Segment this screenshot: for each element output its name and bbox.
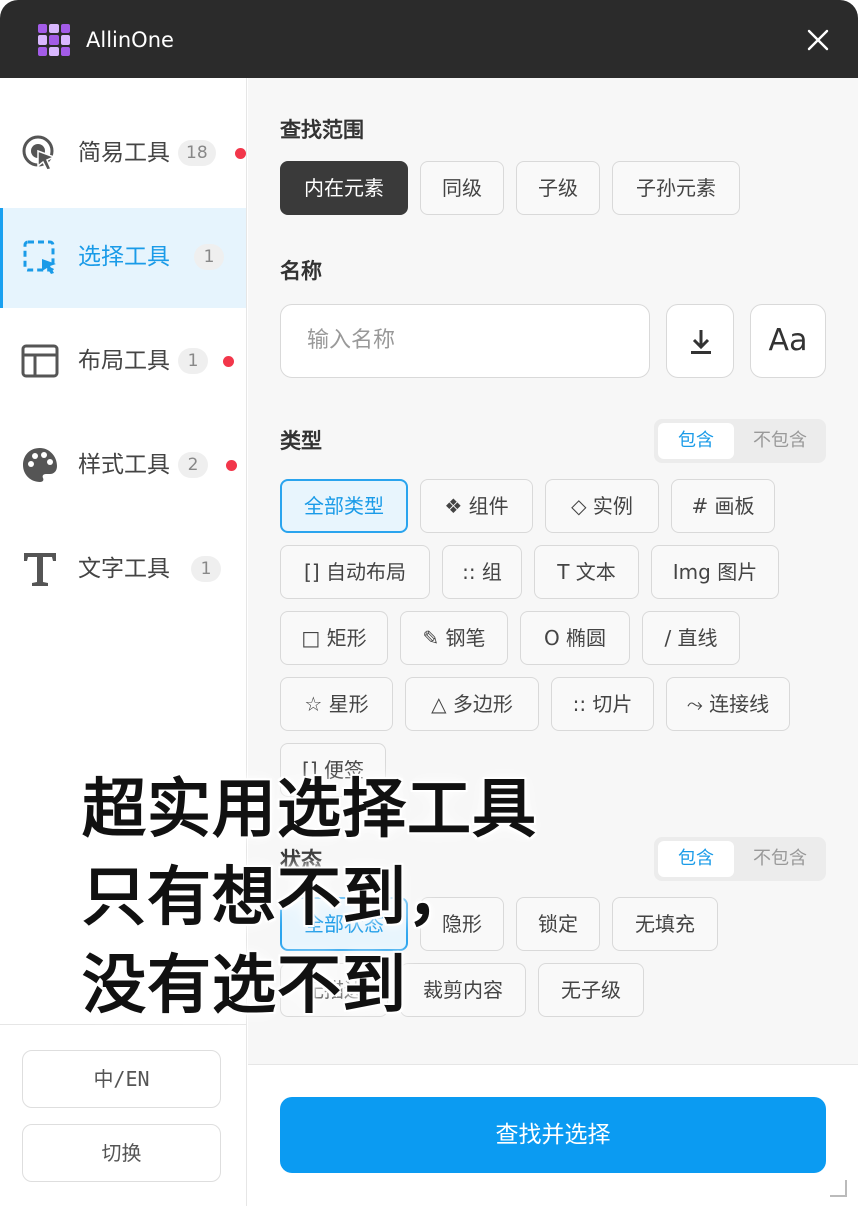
type-option[interactable]: :: 切片 [551, 677, 654, 731]
footer: 查找并选择 [248, 1065, 858, 1206]
type-option[interactable]: ✎ 钢笔 [400, 611, 508, 665]
sidebar-item-select-tools[interactable]: 选择工具 1 [0, 208, 246, 308]
scope-option[interactable]: 同级 [420, 161, 504, 215]
promo-line: 只有想不到， [82, 861, 472, 935]
count-badge: 18 [178, 140, 216, 166]
state-include-option[interactable]: 包含 [658, 841, 734, 877]
count-badge: 1 [191, 556, 221, 582]
promo-line: 超实用选择工具 [82, 773, 537, 847]
palette-icon [20, 445, 60, 485]
sidebar: 简易工具 18 选择工具 1 布局工具 1 样式工具 2 文字工具 1 中/EN… [0, 78, 247, 1206]
type-option[interactable]: ◇ 实例 [545, 479, 659, 533]
type-option[interactable]: [] 自动布局 [280, 545, 430, 599]
switch-button[interactable]: 切换 [22, 1124, 221, 1182]
name-title: 名称 [280, 259, 322, 283]
type-option[interactable]: O 椭圆 [520, 611, 630, 665]
type-title: 类型 [280, 429, 322, 453]
sidebar-item-label: 布局工具 [78, 348, 170, 374]
name-input[interactable]: 输入名称 [280, 304, 650, 378]
language-toggle-button[interactable]: 中/EN [22, 1050, 221, 1108]
sidebar-item-label: 选择工具 [78, 244, 170, 270]
sidebar-item-label: 文字工具 [78, 556, 170, 582]
state-exclude-option[interactable]: 不包含 [742, 841, 818, 877]
scope-option[interactable]: 子级 [516, 161, 600, 215]
count-badge: 1 [178, 348, 208, 374]
type-option[interactable]: 全部类型 [280, 479, 408, 533]
state-include-toggle: 包含 不包含 [654, 837, 826, 881]
find-and-select-button[interactable]: 查找并选择 [280, 1097, 826, 1173]
download-icon [691, 330, 711, 354]
type-option[interactable]: ⤳ 连接线 [666, 677, 790, 731]
state-option[interactable]: 无子级 [538, 963, 644, 1017]
download-button[interactable] [666, 304, 734, 378]
sidebar-item-style-tools[interactable]: 样式工具 2 [0, 416, 246, 516]
count-badge: 1 [194, 244, 224, 270]
type-option[interactable]: / 直线 [642, 611, 740, 665]
notification-dot [223, 356, 234, 367]
type-include-option[interactable]: 包含 [658, 423, 734, 459]
sidebar-item-layout-tools[interactable]: 布局工具 1 [0, 312, 246, 412]
type-option[interactable]: T 文本 [534, 545, 639, 599]
state-option[interactable]: 无填充 [612, 897, 718, 951]
type-option[interactable]: :: 组 [442, 545, 522, 599]
scope-option[interactable]: 内在元素 [280, 161, 408, 215]
text-icon [20, 549, 60, 589]
match-case-button[interactable]: Aa [750, 304, 826, 378]
sidebar-item-label: 样式工具 [78, 452, 170, 478]
type-option[interactable]: Img 图片 [651, 545, 779, 599]
resize-handle-icon[interactable] [826, 1176, 852, 1202]
scope-option[interactable]: 子孙元素 [612, 161, 740, 215]
promo-caption: 超实用选择工具 只有想不到， 没有选不到 [82, 766, 537, 1030]
sidebar-item-label: 简易工具 [78, 140, 170, 166]
type-option[interactable]: ❖ 组件 [420, 479, 533, 533]
type-exclude-option[interactable]: 不包含 [742, 423, 818, 459]
type-include-toggle: 包含 不包含 [654, 419, 826, 463]
type-option[interactable]: △ 多边形 [405, 677, 539, 731]
type-option[interactable]: □ 矩形 [280, 611, 388, 665]
selection-icon [20, 237, 60, 277]
main-panel: 查找范围 内在元素 同级 子级 子孙元素 名称 输入名称 Aa 类型 包含 不包… [248, 78, 858, 1206]
notification-dot [226, 460, 237, 471]
close-icon[interactable] [800, 22, 836, 58]
notification-dot [235, 148, 246, 159]
type-option[interactable]: # 画板 [671, 479, 775, 533]
layout-icon [20, 341, 60, 381]
sidebar-item-text-tools[interactable]: 文字工具 1 [0, 520, 246, 620]
app-logo-icon [38, 24, 70, 56]
sidebar-item-simple-tools[interactable]: 简易工具 18 [0, 104, 246, 204]
promo-line: 没有选不到 [82, 949, 407, 1023]
title-bar: AllinOne [0, 0, 858, 78]
type-option[interactable]: ☆ 星形 [280, 677, 393, 731]
cursor-target-icon [20, 133, 60, 173]
scope-title: 查找范围 [280, 118, 364, 142]
app-title: AllinOne [86, 28, 174, 52]
count-badge: 2 [178, 452, 208, 478]
